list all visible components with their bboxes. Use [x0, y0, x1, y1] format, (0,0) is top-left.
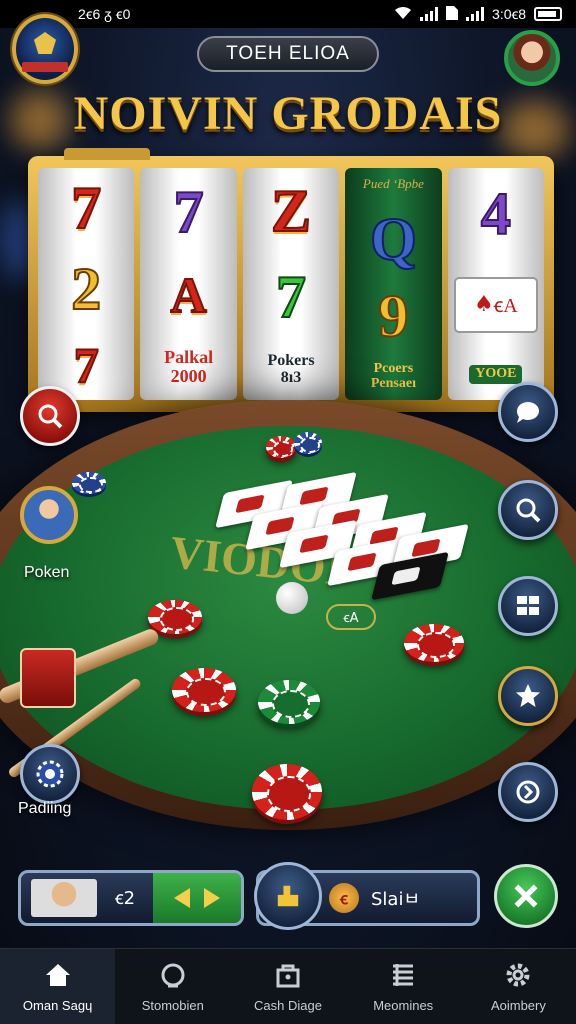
reel-symbol: 2: [70, 255, 102, 322]
chip-icon: [36, 760, 64, 788]
nav-label: Aoimbery: [490, 998, 546, 1013]
chip-stack[interactable]: [266, 436, 296, 458]
coin-icon: ꞓ: [329, 883, 359, 913]
chip[interactable]: [172, 668, 236, 712]
bet-panel: ꞓ2: [18, 870, 244, 926]
slot-reel-5: 4 ♠ ꞓA YOOE: [447, 168, 545, 400]
search-icon: [516, 498, 541, 523]
title-pill[interactable]: TOEH ELIOA: [197, 36, 379, 72]
reel-symbol: A: [170, 267, 208, 324]
bag-icon: [276, 964, 300, 988]
reel-symbol: 7: [73, 336, 100, 393]
chip-button[interactable]: [20, 744, 80, 804]
arrow-right-icon: [516, 780, 540, 804]
reel-caption: Pcoers Pensaeı: [370, 361, 416, 391]
zoom-button[interactable]: [498, 480, 558, 540]
deal-button[interactable]: [254, 862, 322, 930]
reel-ribbon: Pued ʻBpbe: [362, 176, 424, 192]
grid-icon: [517, 596, 539, 615]
next-button[interactable]: [498, 762, 558, 822]
chip-stack[interactable]: [294, 432, 322, 454]
close-icon: [514, 884, 538, 908]
slot-machine: 7 2 7 7 A Palkal 2000 Z 7 Pokers 8ı3 Pue…: [28, 148, 554, 412]
nav-item-stomobien[interactable]: Stomobien: [115, 949, 230, 1024]
nav-label: Oman Sagɥ: [22, 998, 93, 1013]
chat-button[interactable]: [498, 382, 558, 442]
chip[interactable]: [72, 472, 106, 494]
balance-label: Slaiㅂ: [371, 889, 421, 910]
reel-symbol: 4: [480, 181, 512, 248]
reel-symbol: 7: [70, 175, 102, 242]
bottom-navigation: Oman Sagɥ Stomobien Cash Diage Meomines …: [0, 948, 576, 1024]
reel-symbol: 9: [377, 282, 409, 349]
slot-reel-3: Z 7 Pokers 8ı3: [242, 168, 340, 400]
card-deck-button[interactable]: [20, 648, 76, 708]
status-left-text: 2ꞓ6 ᵹ ꞓ0: [78, 5, 131, 22]
game-screen: 2ꞓ6 ᵹ ꞓ0 3:0ꞓ8 TOEH ELIOA NOIVIN GRODAIS…: [0, 0, 576, 1024]
chat-bubble-icon: [516, 401, 539, 423]
signal-icon: [466, 7, 485, 21]
club-logo-badge[interactable]: [12, 14, 78, 84]
nav-label: Cash Diage: [254, 998, 322, 1013]
cue-ball[interactable]: [276, 582, 308, 614]
close-button[interactable]: [494, 864, 558, 928]
menu-grid-button[interactable]: [498, 576, 558, 636]
status-bar: 2ꞓ6 ᵹ ꞓ0 3:0ꞓ8: [0, 0, 576, 28]
felt-badge: ꞓA: [326, 604, 376, 630]
chip[interactable]: [404, 624, 464, 662]
slot-reel-1: 7 2 7: [38, 168, 135, 400]
chip-stack-bet[interactable]: [252, 764, 322, 820]
profile-avatar[interactable]: [504, 30, 560, 86]
signal-icon: [420, 7, 439, 21]
slot-reel-4: Pued ʻBpbe Q 9 Pcoers Pensaeı: [345, 168, 442, 400]
gear-icon: [506, 963, 530, 987]
reel-caption: Palkal 2000: [164, 347, 214, 387]
reel-symbol: 7: [275, 264, 307, 331]
game-title: NOIVIN GRODAIS: [73, 87, 503, 140]
nav-item-cash[interactable]: Cash Diage: [230, 949, 345, 1024]
spade-icon: ♠: [473, 292, 494, 318]
slot-reel-2: 7 A Palkal 2000: [140, 168, 237, 400]
player-thumbnail: [31, 879, 97, 917]
sim-icon: [446, 5, 459, 23]
reel-bottom-text: YOOE: [469, 365, 523, 384]
bet-adjust-button[interactable]: [153, 873, 241, 923]
chip[interactable]: [258, 680, 320, 724]
player-label: Poken: [24, 564, 70, 581]
chip[interactable]: [148, 600, 202, 634]
player-avatar[interactable]: [20, 486, 78, 544]
status-time: 3:0ꞓ8: [492, 5, 526, 22]
search-button[interactable]: [20, 386, 80, 446]
reel-card: ♠ ꞓA: [453, 276, 538, 333]
reel-symbol: Z: [270, 178, 312, 245]
home-icon: [45, 964, 70, 986]
hand-icon: [277, 885, 299, 907]
favorite-button[interactable]: [498, 666, 558, 726]
ring-icon: [161, 963, 185, 988]
search-icon: [38, 404, 63, 429]
nav-item-menu[interactable]: Meomines: [346, 949, 461, 1024]
arrow-right-icon[interactable]: [204, 888, 220, 908]
bottom-left-label: Padiing: [18, 800, 72, 817]
nav-item-settings[interactable]: Aoimbery: [461, 949, 576, 1024]
battery-icon: [534, 7, 562, 21]
star-icon: [516, 684, 540, 707]
bet-value: ꞓ2: [114, 888, 136, 909]
nav-item-home[interactable]: Oman Sagɥ: [0, 949, 116, 1024]
nav-label: Stomobien: [141, 998, 204, 1013]
nav-label: Meomines: [373, 998, 434, 1013]
list-icon: [393, 964, 414, 986]
arrow-left-icon[interactable]: [174, 888, 190, 908]
reel-symbol: Q: [369, 205, 418, 272]
reel-caption: Pokers 8ı3: [267, 352, 315, 387]
reel-symbol: 7: [173, 179, 205, 246]
wifi-icon: [394, 6, 412, 23]
